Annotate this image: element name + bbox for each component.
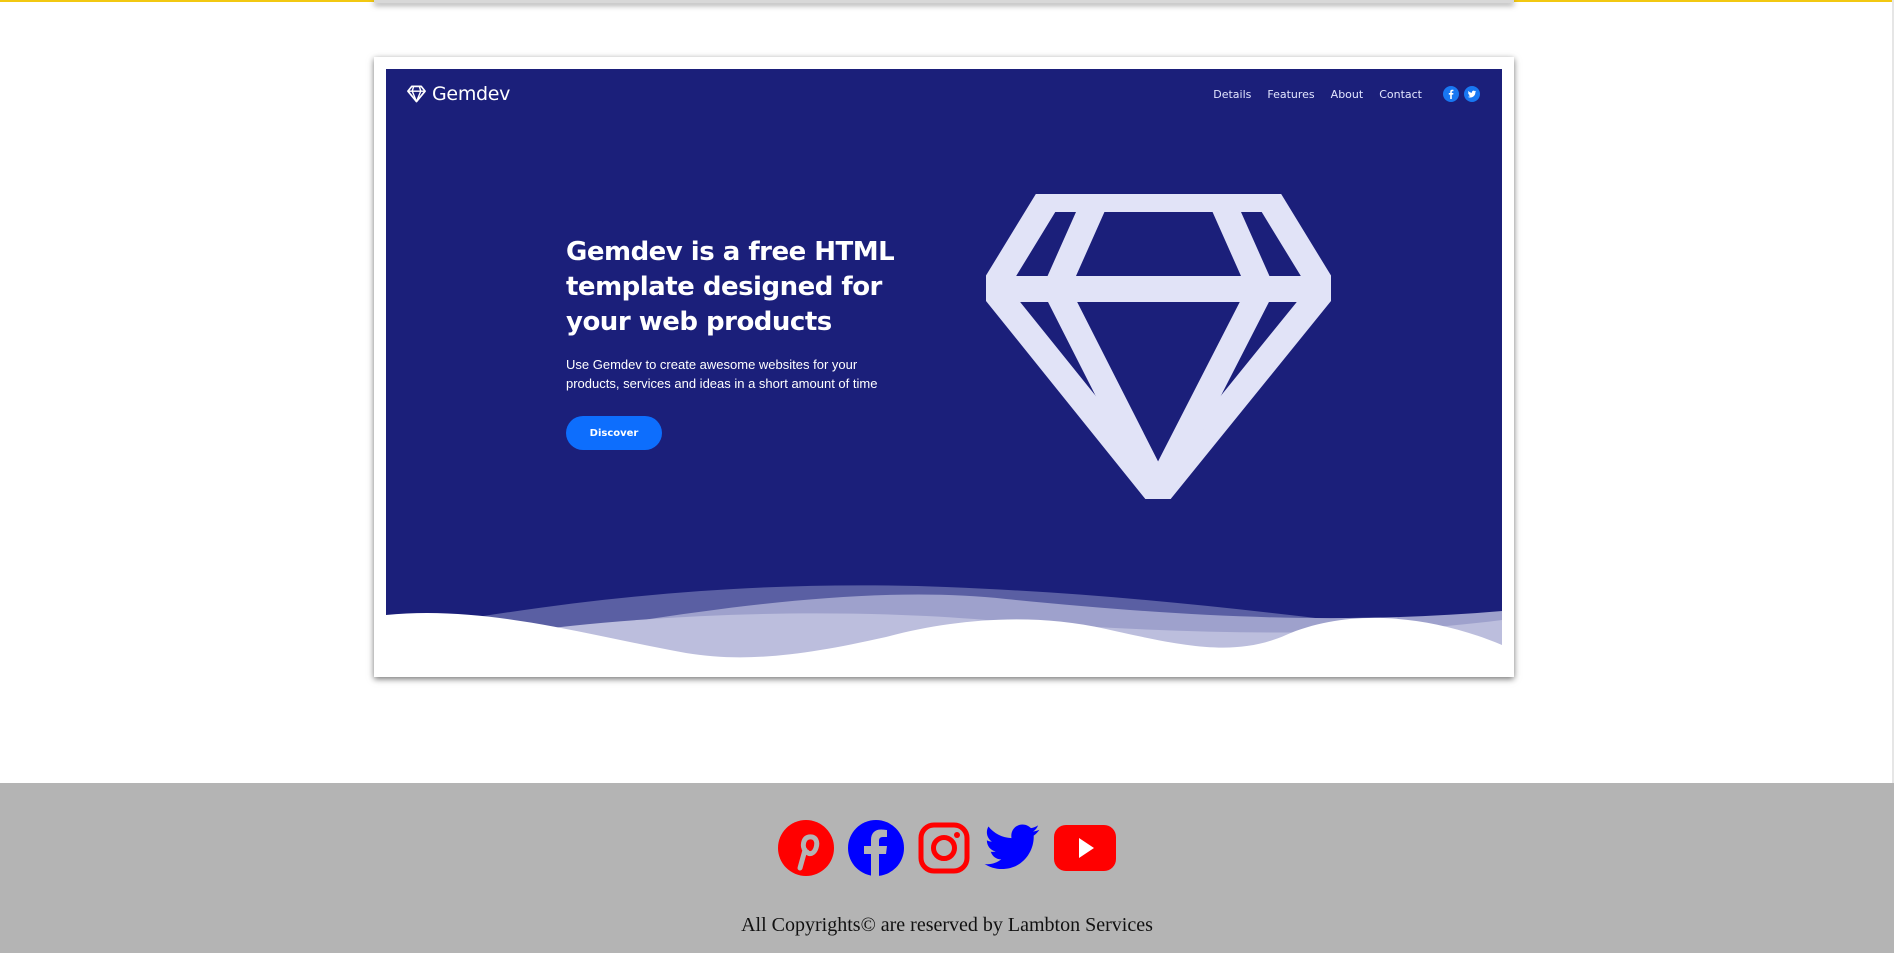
preview-logo: Gemdev bbox=[407, 83, 510, 105]
preview-nav-features: Features bbox=[1267, 87, 1315, 101]
instagram-icon[interactable] bbox=[918, 822, 970, 879]
facebook-icon[interactable] bbox=[848, 820, 904, 881]
hero-screenshot: Gemdev Details Features About Contact Ge… bbox=[386, 69, 1502, 665]
preview-description: Use Gemdev to create awesome websites fo… bbox=[566, 357, 878, 391]
pinterest-icon[interactable] bbox=[778, 820, 834, 881]
twitter-icon[interactable] bbox=[984, 824, 1040, 877]
copyright-text: All Copyrights© are reserved by Lambton … bbox=[741, 914, 1153, 936]
preview-headline: Gemdev is a free HTML template designed … bbox=[566, 237, 895, 337]
twitter-icon bbox=[1464, 86, 1480, 102]
diamond-logo-icon bbox=[407, 85, 426, 103]
preview-navbar: Gemdev Details Features About Contact bbox=[386, 69, 1502, 124]
youtube-icon[interactable] bbox=[1054, 825, 1116, 876]
preview-nav-links: Details Features About Contact bbox=[1213, 86, 1480, 102]
preview-nav-about: About bbox=[1330, 87, 1364, 101]
page: Gemdev Details Features About Contact Ge… bbox=[0, 0, 1894, 953]
preview-logo-text: Gemdev bbox=[432, 83, 511, 105]
preview-nav-contact: Contact bbox=[1379, 87, 1422, 101]
discover-button: Discover bbox=[566, 416, 662, 450]
template-preview-card[interactable]: Gemdev Details Features About Contact Ge… bbox=[374, 57, 1514, 677]
footer-social-links bbox=[0, 820, 1894, 881]
facebook-icon bbox=[1443, 86, 1459, 102]
footer: All Copyrights© are reserved by Lambton … bbox=[0, 783, 1894, 953]
previous-card-edge bbox=[374, 0, 1514, 3]
diamond-icon bbox=[986, 194, 1331, 499]
preview-nav-details: Details bbox=[1213, 87, 1252, 101]
hero-waves bbox=[386, 585, 1502, 665]
